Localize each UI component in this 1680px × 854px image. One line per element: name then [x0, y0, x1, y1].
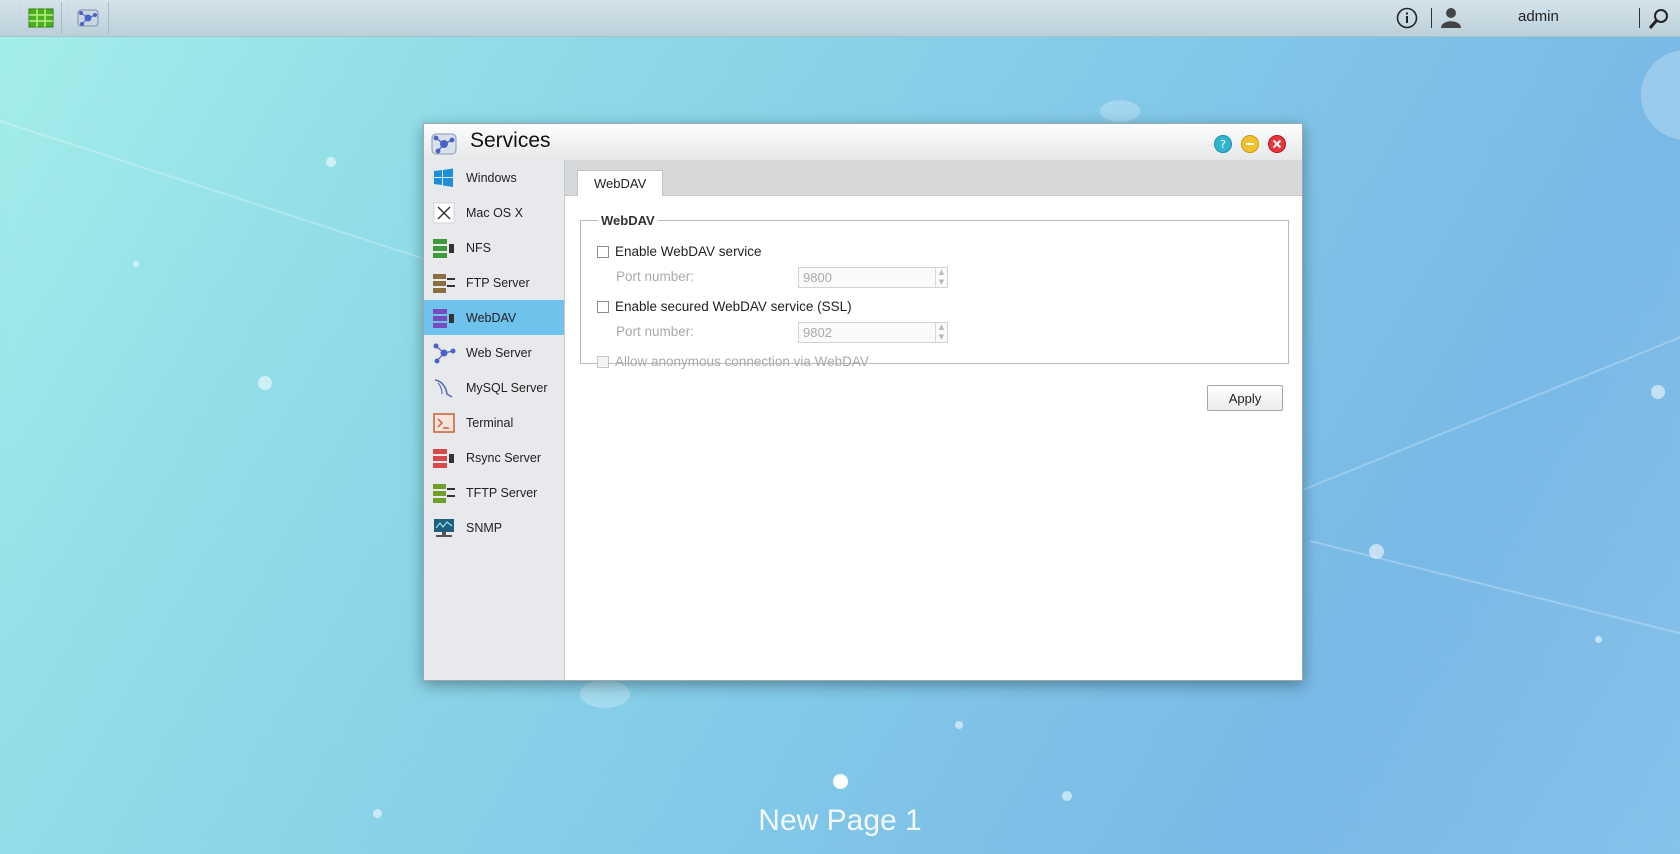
- services-window: Services ? Windows Mac OS X NFS FTP Serv…: [423, 123, 1303, 681]
- content-panel: WebDAV WebDAV Enable WebDAV service Port…: [565, 160, 1302, 680]
- tab-bar: WebDAV: [565, 160, 1302, 196]
- up-arrow-icon: ▲: [938, 323, 945, 331]
- webdav-group: WebDAV Enable WebDAV service Port number…: [580, 213, 1289, 369]
- down-arrow-icon: ▼: [938, 277, 945, 286]
- ssl-port-number-label: Port number:: [616, 324, 695, 339]
- anonymous-row: Allow anonymous connection via WebDAV: [597, 354, 869, 369]
- enable-ssl-row: Enable secured WebDAV service (SSL): [597, 299, 852, 314]
- background-streak: [1309, 540, 1680, 639]
- page-indicator-dot[interactable]: [833, 774, 848, 789]
- enable-ssl-label[interactable]: Enable secured WebDAV service (SSL): [615, 299, 852, 314]
- background-bokeh: [955, 721, 963, 729]
- window-titlebar[interactable]: Services ?: [424, 124, 1302, 161]
- window-title: Services: [470, 129, 551, 152]
- sidebar-item-label: NFS: [466, 240, 491, 255]
- group-legend: WebDAV: [601, 213, 655, 228]
- services-app-button[interactable]: [67, 2, 109, 34]
- sidebar-item-label: Rsync Server: [466, 450, 542, 465]
- sidebar-item-label: Web Server: [466, 345, 532, 360]
- ssl-port-number-field: ▲▼: [798, 322, 948, 343]
- web-server-icon: [433, 343, 456, 363]
- ssl-port-spinner[interactable]: ▲ ▼: [935, 323, 947, 342]
- enable-webdav-checkbox[interactable]: [597, 245, 609, 258]
- background-bokeh: [133, 261, 139, 267]
- port-number-input[interactable]: [799, 268, 935, 287]
- port-spinner[interactable]: ▲ ▼: [935, 268, 947, 287]
- desktop-page-label: New Page 1: [758, 804, 922, 837]
- terminal-icon: [433, 412, 455, 433]
- tab-webdav[interactable]: WebDAV: [577, 170, 664, 196]
- sidebar-item-label: FTP Server: [466, 275, 530, 290]
- background-bokeh: [326, 157, 336, 167]
- background-streak: [1299, 332, 1680, 492]
- up-arrow-icon: ▲: [938, 268, 945, 276]
- main-menu-icon: [28, 8, 54, 28]
- sidebar-item-nfs[interactable]: NFS: [424, 230, 564, 265]
- search-icon[interactable]: [1648, 8, 1670, 30]
- sidebar-item-webdav[interactable]: WebDAV: [424, 300, 564, 335]
- sidebar-item-mac-os-x[interactable]: Mac OS X: [424, 195, 564, 230]
- sidebar-item-terminal[interactable]: Terminal: [424, 405, 564, 440]
- webdav-icon: [433, 308, 454, 328]
- anonymous-checkbox[interactable]: [597, 355, 609, 368]
- enable-webdav-row: Enable WebDAV service: [597, 244, 762, 259]
- windows-icon: [434, 168, 453, 187]
- mac-os-x-icon: [433, 202, 455, 223]
- services-icon: [431, 133, 457, 155]
- mysql-server-icon: [434, 378, 453, 398]
- services-app-icon: [77, 9, 99, 27]
- port-number-field: ▲▼: [798, 267, 948, 288]
- info-icon[interactable]: [1396, 7, 1418, 29]
- sidebar-item-rsync-server[interactable]: Rsync Server: [424, 440, 564, 475]
- sidebar-item-label: TFTP Server: [466, 485, 538, 500]
- services-sidebar: Windows Mac OS X NFS FTP Server WebDAV W…: [424, 160, 565, 680]
- user-icon[interactable]: [1440, 6, 1462, 28]
- sidebar-item-label: SNMP: [466, 520, 503, 535]
- sidebar-item-mysql-server[interactable]: MySQL Server: [424, 370, 564, 405]
- minimize-icon: [1246, 143, 1254, 145]
- enable-ssl-checkbox[interactable]: [597, 300, 609, 313]
- down-arrow-icon: ▼: [938, 332, 945, 341]
- background-bokeh: [1062, 791, 1072, 801]
- topbar-separator: [1431, 8, 1432, 28]
- sidebar-item-label: Terminal: [466, 415, 514, 430]
- sidebar-item-label: Mac OS X: [466, 205, 523, 220]
- sidebar-item-web-server[interactable]: Web Server: [424, 335, 564, 370]
- background-bokeh: [1641, 50, 1680, 140]
- nfs-icon: [433, 238, 454, 258]
- ftp-server-icon: [433, 273, 455, 293]
- svg-text:?: ?: [1220, 138, 1226, 151]
- sidebar-item-ftp-server[interactable]: FTP Server: [424, 265, 564, 300]
- port-number-label: Port number:: [616, 269, 695, 284]
- username-label[interactable]: admin: [1518, 8, 1559, 25]
- close-button[interactable]: [1268, 135, 1286, 153]
- close-icon: [1272, 139, 1282, 149]
- background-streak: [0, 120, 438, 265]
- topbar-separator: [1639, 8, 1640, 28]
- enable-webdav-label[interactable]: Enable WebDAV service: [615, 244, 762, 259]
- help-button[interactable]: ?: [1214, 135, 1232, 153]
- minimize-button[interactable]: [1241, 135, 1259, 153]
- apply-button[interactable]: Apply: [1207, 385, 1283, 411]
- snmp-icon: [434, 518, 454, 537]
- help-icon: ?: [1220, 138, 1226, 151]
- background-bokeh: [1651, 385, 1665, 399]
- taskbar: admin: [0, 0, 1680, 37]
- main-menu-button[interactable]: [20, 2, 62, 34]
- background-bokeh: [1595, 636, 1602, 643]
- background-bokeh: [258, 376, 272, 390]
- ssl-port-number-input[interactable]: [799, 323, 935, 342]
- rsync-server-icon: [433, 448, 454, 468]
- sidebar-item-label: Windows: [466, 170, 517, 185]
- sidebar-item-tftp-server[interactable]: TFTP Server: [424, 475, 564, 510]
- sidebar-item-snmp[interactable]: SNMP: [424, 510, 564, 545]
- background-bokeh: [580, 680, 630, 708]
- sidebar-item-windows[interactable]: Windows: [424, 160, 564, 195]
- sidebar-item-label: WebDAV: [466, 310, 517, 325]
- sidebar-item-label: MySQL Server: [466, 380, 548, 395]
- anonymous-label: Allow anonymous connection via WebDAV: [615, 354, 869, 369]
- tftp-server-icon: [433, 483, 455, 503]
- background-bokeh: [1100, 100, 1140, 122]
